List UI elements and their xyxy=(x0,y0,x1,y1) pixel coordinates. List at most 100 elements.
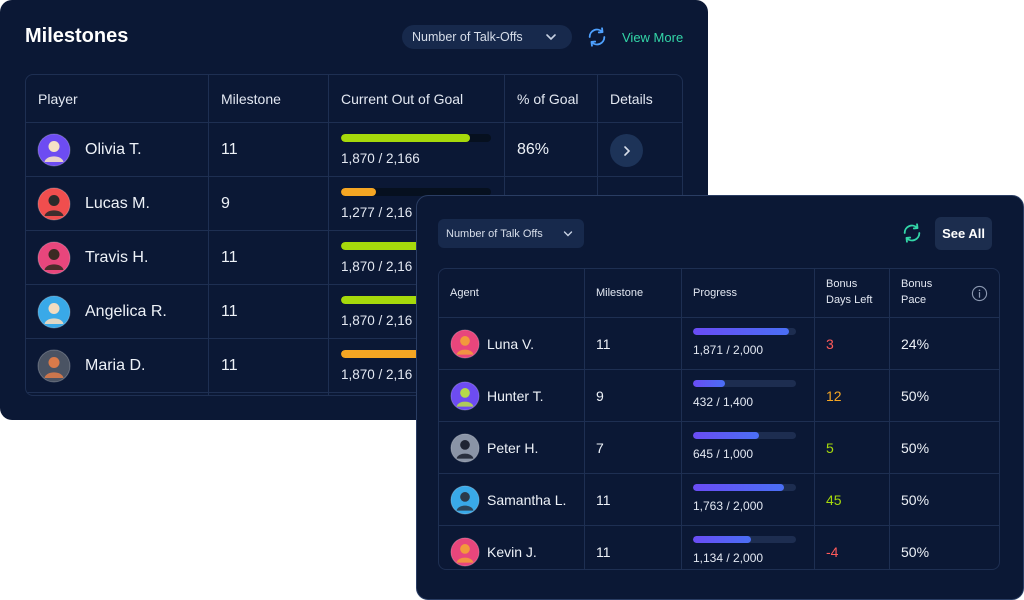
progress-bar xyxy=(693,536,796,543)
agent-name: Kevin J. xyxy=(487,544,537,560)
progress-bar xyxy=(693,380,796,387)
table-row: Peter H. 7 645 / 1,000 5 50% xyxy=(439,422,999,474)
progress-fill xyxy=(693,536,752,543)
milestone-value: 7 xyxy=(596,440,604,456)
progress-text: 645 / 1,000 xyxy=(693,447,754,461)
agents-table: Agent Milestone Progress Bonus Days Left… xyxy=(438,268,1000,570)
column-header-milestone: Milestone xyxy=(596,287,644,299)
table-row: Hunter T. 9 432 / 1,400 12 50% xyxy=(439,370,999,422)
agent-metric-dropdown[interactable]: Number of Talk Offs xyxy=(438,219,584,248)
progress-fill xyxy=(341,134,470,142)
bonus-days-left: -4 xyxy=(826,544,839,560)
progress-bar xyxy=(341,134,491,142)
bonus-days-left: 5 xyxy=(826,440,834,456)
header-line: Days Left xyxy=(826,294,873,306)
bonus-pace: 50% xyxy=(901,388,930,404)
progress-fill xyxy=(693,328,790,335)
avatar xyxy=(450,485,480,515)
progress-bar xyxy=(693,432,796,439)
milestone-value: 9 xyxy=(221,195,230,212)
agent-name: Luna V. xyxy=(487,336,534,352)
header-line: Bonus xyxy=(901,278,933,290)
agent-name: Samantha L. xyxy=(487,492,567,508)
column-header-agent: Agent xyxy=(450,287,479,299)
current-out-of-goal: 1,277 / 2,16 xyxy=(341,205,413,220)
column-header-percent: % of Goal xyxy=(517,91,579,107)
column-header-player: Player xyxy=(38,91,78,107)
avatar xyxy=(450,537,480,567)
player-name: Lucas M. xyxy=(85,195,150,212)
details-button[interactable] xyxy=(610,134,643,167)
progress-text: 1,134 / 2,000 xyxy=(693,551,764,565)
avatar xyxy=(37,349,71,383)
bonus-pace: 50% xyxy=(901,544,930,560)
chevron-down-icon xyxy=(546,34,556,41)
column-header-milestone: Milestone xyxy=(221,91,281,107)
header-line: Bonus xyxy=(826,278,858,290)
current-out-of-goal: 1,870 / 2,16 xyxy=(341,259,413,274)
avatar xyxy=(450,329,480,359)
current-out-of-goal: 1,870 / 2,16 xyxy=(341,367,413,382)
bonus-pace: 24% xyxy=(901,336,930,352)
chevron-right-icon xyxy=(623,145,630,156)
table-row: Kevin J. 11 1,134 / 2,000 -4 50% xyxy=(439,526,999,569)
current-out-of-goal: 1,870 / 2,166 xyxy=(341,151,420,166)
progress-bar xyxy=(693,484,796,491)
metric-dropdown-value: Number of Talk-Offs xyxy=(412,30,523,44)
progress-text: 432 / 1,400 xyxy=(693,395,754,409)
progress-fill xyxy=(341,188,376,196)
milestone-value: 11 xyxy=(596,492,611,508)
chevron-down-icon xyxy=(563,231,573,237)
refresh-icon[interactable] xyxy=(901,222,923,244)
milestone-value: 11 xyxy=(221,141,238,158)
bonus-days-left: 3 xyxy=(826,336,834,352)
column-header-bonus-days-left: Bonus Days Left xyxy=(826,276,872,308)
agent-name: Hunter T. xyxy=(487,388,544,404)
table-header: Player Milestone Current Out of Goal % o… xyxy=(26,75,682,123)
player-name: Olivia T. xyxy=(85,141,142,158)
agent-metric-dropdown-value: Number of Talk Offs xyxy=(446,227,543,240)
milestone-value: 11 xyxy=(596,544,611,560)
metric-dropdown[interactable]: Number of Talk-Offs xyxy=(402,25,572,49)
table-row: Luna V. 11 1,871 / 2,000 3 24% xyxy=(439,318,999,370)
avatar xyxy=(37,187,71,221)
avatar xyxy=(37,133,71,167)
refresh-icon[interactable] xyxy=(586,26,608,48)
milestone-value: 11 xyxy=(596,336,611,352)
header-line: Pace xyxy=(901,294,927,306)
player-name: Travis H. xyxy=(85,249,149,266)
table-row: Samantha L. 11 1,763 / 2,000 45 50% xyxy=(439,474,999,526)
column-header-details: Details xyxy=(610,91,653,107)
milestone-value: 11 xyxy=(221,303,238,320)
bonus-pace: 50% xyxy=(901,492,930,508)
column-header-bonus-pace: Bonus Pace xyxy=(901,276,932,308)
player-name: Angelica R. xyxy=(85,303,167,320)
avatar xyxy=(450,433,480,463)
percent-of-goal: 86% xyxy=(517,141,550,158)
agent-name: Peter H. xyxy=(487,440,539,456)
bonus-days-left: 45 xyxy=(826,492,842,508)
bonus-pace: 50% xyxy=(901,440,930,456)
current-out-of-goal: 1,870 / 2,16 xyxy=(341,313,413,328)
milestones-title: Milestones xyxy=(25,25,129,47)
view-more-link[interactable]: View More xyxy=(622,30,683,45)
progress-bar xyxy=(693,328,796,335)
milestone-value: 11 xyxy=(221,357,238,374)
progress-fill xyxy=(693,432,760,439)
avatar xyxy=(37,241,71,275)
avatar xyxy=(37,295,71,329)
milestone-value: 9 xyxy=(596,388,604,404)
progress-fill xyxy=(693,484,784,491)
player-name: Maria D. xyxy=(85,357,146,374)
progress-fill xyxy=(693,380,725,387)
avatar xyxy=(450,381,480,411)
column-header-progress: Progress xyxy=(693,287,738,299)
column-header-current: Current Out of Goal xyxy=(341,91,464,107)
see-all-button[interactable]: See All xyxy=(935,217,992,250)
milestone-value: 11 xyxy=(221,249,238,266)
agents-card: Number of Talk Offs See All Agent Milest… xyxy=(416,195,1024,600)
info-icon[interactable] xyxy=(971,285,988,302)
progress-text: 1,763 / 2,000 xyxy=(693,499,764,513)
table-row: Olivia T. 11 1,870 / 2,166 86% xyxy=(26,123,682,177)
progress-text: 1,871 / 2,000 xyxy=(693,343,764,357)
